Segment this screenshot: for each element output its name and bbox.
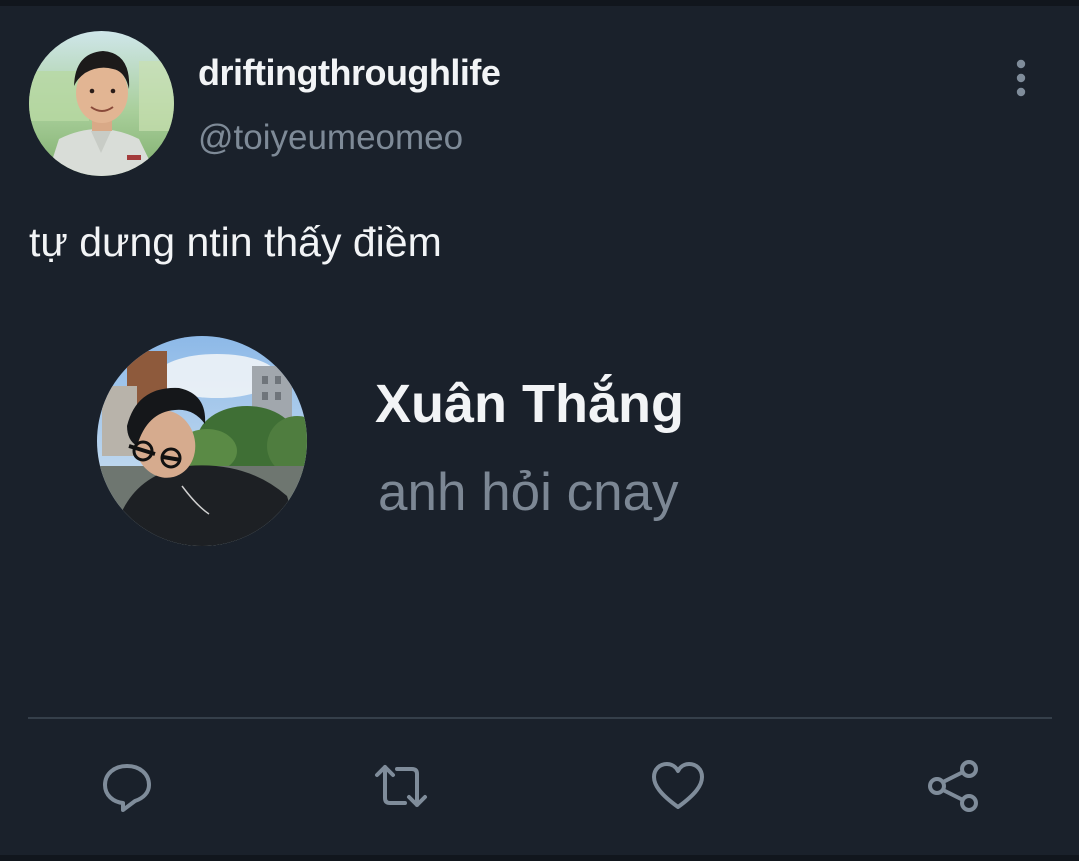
share-icon — [928, 760, 978, 812]
top-edge — [0, 0, 1079, 6]
embedded-message-text: anh hỏi cnay — [378, 463, 679, 522]
embedded-contact-name: Xuân Thắng — [375, 374, 684, 434]
author-photo — [29, 31, 174, 176]
author-handle[interactable]: @toiyeumeomeo — [198, 118, 463, 158]
like-button[interactable] — [650, 758, 706, 814]
bottom-edge — [0, 855, 1079, 861]
reply-button[interactable] — [99, 758, 155, 814]
reply-icon — [103, 764, 151, 812]
tweet-text: tự dưng ntin thấy điềm — [29, 219, 442, 265]
retweet-button[interactable] — [373, 758, 429, 814]
retweet-icon — [375, 765, 427, 807]
embedded-avatar — [97, 336, 307, 546]
action-divider — [28, 717, 1052, 719]
author-avatar[interactable] — [29, 31, 174, 176]
more-vertical-icon — [1016, 59, 1026, 97]
embedded-photo — [97, 336, 307, 546]
more-options-button[interactable] — [1004, 58, 1038, 100]
heart-icon — [652, 762, 704, 809]
author-display-name[interactable]: driftingthroughlife — [198, 52, 501, 94]
tweet-screen: driftingthroughlife @toiyeumeomeo tự dưn… — [0, 0, 1079, 861]
share-button[interactable] — [925, 758, 981, 814]
